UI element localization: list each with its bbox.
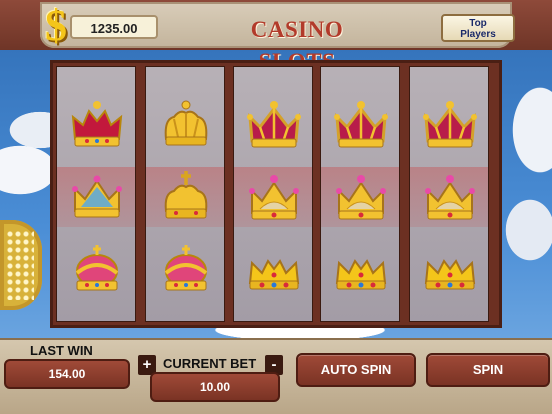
crown-gold-open-icon (244, 239, 304, 299)
crown-red-icon (67, 95, 127, 155)
reel-2 (145, 66, 225, 322)
top-players-label-line1: Top (469, 18, 487, 29)
crown-gold-open-icon (420, 239, 480, 299)
dollar-icon: $ (45, 1, 67, 50)
top-players-button[interactable]: Top Players (441, 14, 515, 42)
reel-4 (320, 66, 400, 322)
balance-display: 1235.00 (70, 15, 158, 39)
crown-red-gold-icon (420, 95, 480, 155)
crown-gold-plain-icon (156, 95, 216, 155)
current-bet-label: CURRENT BET (163, 356, 257, 371)
reel-1 (56, 66, 136, 322)
spin-button[interactable]: SPIN (426, 353, 550, 387)
last-win-label: LAST WIN (30, 343, 93, 358)
crown-pink-round-icon (67, 239, 127, 299)
crown-gold-jewel-icon (244, 167, 304, 227)
reel-5 (409, 66, 489, 322)
crown-gold-open-icon (331, 239, 391, 299)
crown-pink-round-icon (156, 239, 216, 299)
crown-gold-cross-icon (156, 167, 216, 227)
crown-red-gold-icon (331, 95, 391, 155)
current-bet-value: 10.00 (150, 372, 280, 402)
crown-red-gold-icon (244, 95, 304, 155)
last-win-value: 154.00 (4, 359, 130, 389)
crown-blue-pink-icon (67, 167, 127, 227)
crown-gold-jewel-icon (331, 167, 391, 227)
vegas-sign-decoration (0, 220, 42, 310)
crown-gold-jewel-icon (420, 167, 480, 227)
auto-spin-button[interactable]: AUTO SPIN (296, 353, 416, 387)
reel-3 (233, 66, 313, 322)
top-players-label-line2: Players (460, 29, 496, 40)
game-title: CASINO SLOTS (250, 17, 344, 74)
